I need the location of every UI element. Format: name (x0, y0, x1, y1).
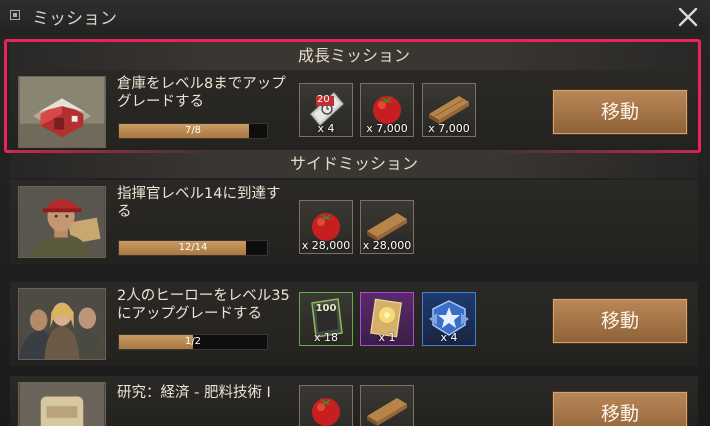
progress-text: 12/14 (178, 242, 208, 253)
side-mission-header: サイドミッション (10, 150, 698, 178)
reward-qty: x 4 (440, 331, 458, 344)
mission-description: 2人のヒーローをレベル35にアップグレードする (117, 288, 290, 322)
move-button[interactable]: 移動 (553, 299, 687, 343)
reward-qty: x 18 (313, 331, 338, 344)
reward-food[interactable]: x 28,000 (299, 200, 353, 254)
reward-medal[interactable]: x 4 (422, 292, 476, 346)
close-icon[interactable] (677, 6, 699, 28)
title-bar: ミッション (0, 0, 710, 34)
mission-progress-bar: 12/14 (118, 240, 268, 256)
side-mission-row: 研究：経済 - 肥料技術 I 移動 (10, 376, 698, 426)
highlight-frame (4, 39, 701, 153)
mission-progress-bar: 1/2 (118, 334, 268, 350)
window-title: ミッション (32, 9, 117, 29)
reward-food[interactable] (299, 385, 353, 426)
fertilizer-image (18, 382, 106, 426)
reward-qty: x 1 (378, 331, 396, 344)
reward-exp-book[interactable]: 100 x 18 (299, 292, 353, 346)
reward-wood[interactable] (360, 385, 414, 426)
commander-image (18, 186, 106, 258)
reward-wood[interactable]: x 28,000 (360, 200, 414, 254)
mission-description: 研究：経済 - 肥料技術 I (117, 385, 271, 401)
reward-hero-card[interactable]: x 1 (360, 292, 414, 346)
progress-text: 1/2 (184, 336, 202, 347)
heroes-image (18, 288, 106, 360)
reward-qty: x 28,000 (362, 239, 412, 252)
wood-plank-icon (367, 398, 407, 426)
move-button[interactable]: 移動 (553, 392, 687, 426)
side-mission-row: 指揮官レベル14に到達する 12/14 x 28,000 x 28,000 (10, 180, 698, 264)
side-mission-row: 2人のヒーローをレベル35にアップグレードする 1/2 100 x 18 x 1 (10, 282, 698, 366)
mission-panel: ミッション 成長ミッション 倉庫をレベル8までアップグレードする 7/8 20 … (0, 0, 710, 426)
tomato-food-icon (312, 398, 340, 426)
reward-badge: 100 (315, 303, 337, 314)
mission-description: 指揮官レベル14に到達する (117, 186, 281, 220)
window-icon (10, 10, 20, 20)
reward-qty: x 28,000 (301, 239, 351, 252)
